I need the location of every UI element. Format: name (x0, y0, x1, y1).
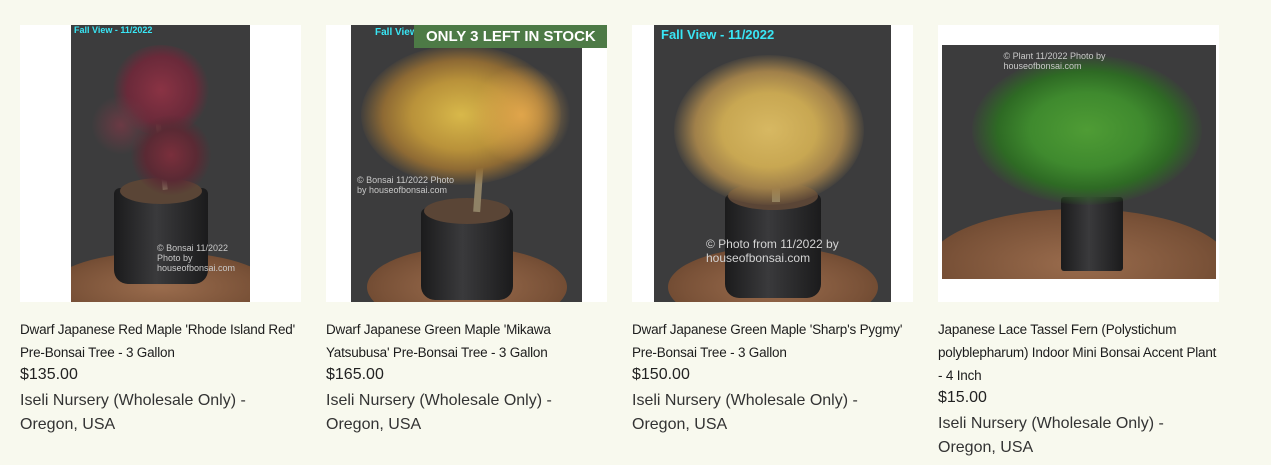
product-card[interactable]: Fall View - 11/2022 © Photo from 11/2022… (632, 25, 913, 437)
image-watermark: © Bonsai 11/2022 Photo by houseofbonsai.… (157, 243, 236, 273)
product-title[interactable]: Dwarf Japanese Green Maple 'Sharp's Pygm… (632, 318, 913, 364)
product-card[interactable]: Fall View © Bonsai 11/2022 Photo by hous… (326, 25, 607, 437)
product-vendor: Iseli Nursery (Wholesale Only) - Oregon,… (632, 392, 858, 433)
product-image: Fall View - 11/2022 © Bonsai 11/2022 Pho… (71, 25, 250, 302)
product-vendor: Iseli Nursery (Wholesale Only) - Oregon,… (326, 392, 552, 433)
image-overlay-text: Fall View (375, 27, 418, 38)
product-price: $165.00 (326, 366, 384, 383)
product-vendor: Iseli Nursery (Wholesale Only) - Oregon,… (20, 392, 246, 433)
product-image: Fall View © Bonsai 11/2022 Photo by hous… (351, 25, 582, 302)
image-overlay-text: Fall View - 11/2022 (661, 27, 775, 42)
product-card[interactable]: © Plant 11/2022 Photo by houseofbonsai.c… (938, 25, 1219, 460)
product-card[interactable]: Fall View - 11/2022 © Bonsai 11/2022 Pho… (20, 25, 301, 437)
product-image-link[interactable]: © Plant 11/2022 Photo by houseofbonsai.c… (938, 25, 1219, 302)
product-image-link[interactable]: Fall View © Bonsai 11/2022 Photo by hous… (326, 25, 607, 302)
product-title[interactable]: Dwarf Japanese Green Maple 'Mikawa Yatsu… (326, 318, 607, 364)
product-price: $135.00 (20, 366, 78, 383)
product-image: © Plant 11/2022 Photo by houseofbonsai.c… (941, 45, 1216, 279)
image-watermark: © Plant 11/2022 Photo by houseofbonsai.c… (1003, 51, 1106, 71)
image-watermark: © Photo from 11/2022 by houseofbonsai.co… (706, 237, 839, 265)
image-overlay-text: Fall View - 11/2022 (74, 25, 153, 35)
product-title[interactable]: Japanese Lace Tassel Fern (Polystichum p… (938, 318, 1219, 387)
product-image-link[interactable]: Fall View - 11/2022 © Photo from 11/2022… (632, 25, 913, 302)
image-watermark: © Bonsai 11/2022 Photo by houseofbonsai.… (357, 175, 455, 195)
product-vendor: Iseli Nursery (Wholesale Only) - Oregon,… (938, 415, 1164, 456)
stock-badge: ONLY 3 LEFT IN STOCK (414, 25, 607, 48)
product-price: $15.00 (938, 389, 987, 406)
product-price: $150.00 (632, 366, 690, 383)
product-image-link[interactable]: Fall View - 11/2022 © Bonsai 11/2022 Pho… (20, 25, 301, 302)
product-title[interactable]: Dwarf Japanese Red Maple 'Rhode Island R… (20, 318, 301, 364)
product-image: Fall View - 11/2022 © Photo from 11/2022… (654, 25, 891, 302)
